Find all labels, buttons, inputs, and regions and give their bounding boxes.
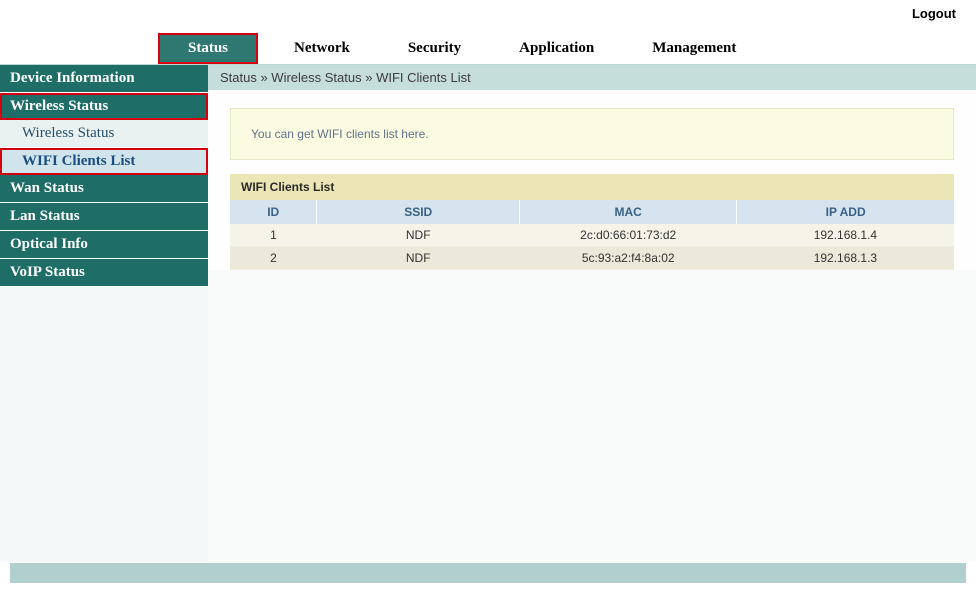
top-tabs: Status Network Security Application Mana…: [0, 28, 976, 64]
table-cell-id: 1: [230, 224, 317, 247]
table-header-row: ID SSID MAC IP ADD: [230, 200, 954, 224]
sidebar-sub-wifi-clients-list[interactable]: WIFI Clients List: [0, 148, 208, 175]
tab-management[interactable]: Management: [630, 33, 758, 64]
table-row: 1NDF2c:d0:66:01:73:d2192.168.1.4: [230, 224, 954, 247]
table-header-ip: IP ADD: [737, 200, 954, 224]
table-title: WIFI Clients List: [230, 174, 954, 200]
table-header-mac: MAC: [520, 200, 737, 224]
table-header-ssid: SSID: [317, 200, 520, 224]
tab-network[interactable]: Network: [272, 33, 372, 64]
table-cell-ssid: NDF: [317, 224, 520, 247]
table-header-id: ID: [230, 200, 317, 224]
info-message: You can get WIFI clients list here.: [230, 108, 954, 160]
breadcrumb: Status » Wireless Status » WIFI Clients …: [208, 65, 976, 90]
sidebar-item-voip-status[interactable]: VoIP Status: [0, 259, 208, 287]
table-cell-mac: 2c:d0:66:01:73:d2: [520, 224, 737, 247]
table-row: 2NDF5c:93:a2:f4:8a:02192.168.1.3: [230, 247, 954, 270]
sidebar-item-optical-info[interactable]: Optical Info: [0, 231, 208, 259]
tab-security[interactable]: Security: [386, 33, 483, 64]
sidebar-sub-wireless-status[interactable]: Wireless Status: [0, 120, 208, 148]
table-cell-ip: 192.168.1.3: [737, 247, 954, 270]
sidebar: Device Information Wireless Status Wirel…: [0, 65, 208, 562]
table-cell-ip: 192.168.1.4: [737, 224, 954, 247]
tab-application[interactable]: Application: [497, 33, 616, 64]
tab-status[interactable]: Status: [158, 33, 258, 64]
table-cell-id: 2: [230, 247, 317, 270]
table-cell-mac: 5c:93:a2:f4:8a:02: [520, 247, 737, 270]
sidebar-item-wireless-status[interactable]: Wireless Status: [0, 93, 208, 120]
wifi-clients-table: ID SSID MAC IP ADD 1NDF2c:d0:66:01:73:d2…: [230, 200, 954, 270]
footer-bar: [10, 563, 966, 583]
sidebar-item-wan-status[interactable]: Wan Status: [0, 175, 208, 203]
sidebar-item-lan-status[interactable]: Lan Status: [0, 203, 208, 231]
table-cell-ssid: NDF: [317, 247, 520, 270]
logout-link[interactable]: Logout: [912, 6, 956, 21]
sidebar-item-device-information[interactable]: Device Information: [0, 65, 208, 93]
